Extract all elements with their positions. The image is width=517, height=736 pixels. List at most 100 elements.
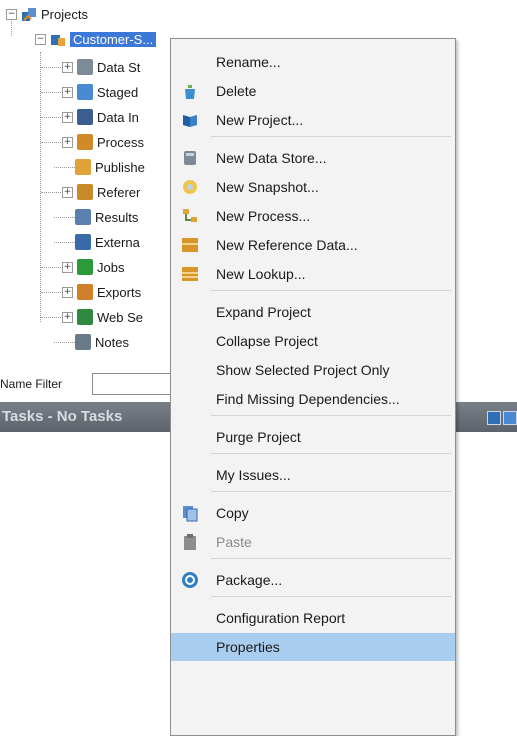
menu-item-purge-project[interactable]: Purge Project — [171, 423, 455, 451]
project-icon — [50, 31, 66, 47]
results-icon — [75, 209, 91, 225]
menu-separator — [211, 136, 451, 137]
restore-icon[interactable] — [487, 411, 501, 425]
data-store-icon — [181, 149, 199, 167]
menu-item-new-snapshot[interactable]: New Snapshot... — [171, 173, 455, 201]
menu-item-label: New Reference Data... — [216, 237, 358, 253]
tree-node[interactable]: + Data In — [41, 107, 139, 127]
published-icon — [75, 159, 91, 175]
tree-line — [41, 267, 61, 268]
expand-icon[interactable]: + — [62, 86, 73, 98]
collapse-icon[interactable]: − — [35, 33, 46, 45]
tree-node[interactable]: Results — [54, 207, 138, 227]
tree-node-label: Referer — [97, 184, 141, 200]
tree-node-label: Publishe — [95, 159, 145, 175]
menu-separator — [211, 290, 451, 291]
tree-node-label: Jobs — [97, 259, 125, 275]
menu-item-properties[interactable]: Properties — [171, 633, 455, 661]
menu-item-label: Rename... — [216, 54, 281, 70]
tree-node[interactable]: + Jobs — [41, 257, 125, 277]
reference-data-icon — [77, 184, 93, 200]
tree-node[interactable]: + Referer — [41, 182, 141, 202]
package-icon — [181, 571, 199, 589]
menu-item-label: Show Selected Project Only — [216, 362, 390, 378]
tree-node[interactable]: + Exports — [41, 282, 141, 302]
paste-icon — [181, 533, 199, 551]
expand-icon[interactable]: + — [62, 186, 73, 198]
tree-node[interactable]: Notes — [54, 332, 129, 352]
menu-item-label: Paste — [216, 534, 252, 550]
menu-item-label: Purge Project — [216, 429, 301, 445]
tree-node[interactable]: + Staged — [41, 82, 138, 102]
expand-icon[interactable]: + — [62, 61, 73, 73]
reference-data-icon — [181, 236, 199, 254]
context-menu: Rename... Delete New Project... New Data St… — [170, 38, 456, 736]
expand-icon[interactable]: + — [62, 286, 73, 298]
tree-label-projects: Projects — [41, 6, 88, 22]
recycle-icon — [181, 82, 199, 100]
menu-item-label: Delete — [216, 83, 257, 99]
tree-node-label: Data In — [97, 109, 139, 125]
tree-node[interactable]: Externa — [54, 232, 140, 252]
maximize-icon[interactable] — [503, 411, 517, 425]
expand-icon[interactable]: + — [62, 111, 73, 123]
menu-item-label: New Process... — [216, 208, 311, 224]
tree-node[interactable]: Publishe — [54, 157, 145, 177]
tree-node-customer[interactable]: − Customer-S... — [35, 29, 157, 49]
menu-item-label: Package... — [216, 572, 283, 588]
menu-item-label: Properties — [216, 639, 280, 655]
menu-item-delete[interactable]: Delete — [171, 77, 455, 105]
tree-line — [41, 192, 61, 193]
tree-node[interactable]: + Process — [41, 132, 144, 152]
tree-node[interactable]: + Data St — [41, 57, 141, 77]
notes-icon — [75, 334, 91, 350]
menu-item-label: My Issues... — [216, 467, 291, 483]
external-icon — [75, 234, 91, 250]
expand-icon[interactable]: + — [62, 311, 73, 323]
data-interface-icon — [77, 109, 93, 125]
tree-node[interactable]: + Web Se — [41, 307, 144, 327]
collapse-icon[interactable]: − — [6, 8, 17, 20]
menu-item-expand-project[interactable]: Expand Project — [171, 298, 455, 326]
menu-item-configuration-report[interactable]: Configuration Report — [171, 604, 455, 632]
menu-separator — [211, 453, 451, 454]
data-store-icon — [77, 59, 93, 75]
menu-item-new-project[interactable]: New Project... — [171, 106, 455, 134]
jobs-icon — [77, 259, 93, 275]
menu-separator — [211, 558, 451, 559]
menu-separator — [211, 596, 451, 597]
tree-node-label: Data St — [97, 59, 141, 75]
menu-item-find-missing-dependencies[interactable]: Find Missing Dependencies... — [171, 385, 455, 413]
menu-item-my-issues[interactable]: My Issues... — [171, 461, 455, 489]
projects-icon — [21, 6, 37, 22]
menu-item-new-lookup[interactable]: New Lookup... — [171, 260, 455, 288]
menu-item-paste[interactable]: Paste — [171, 528, 455, 556]
menu-item-label: Copy — [216, 505, 249, 521]
menu-separator — [211, 415, 451, 416]
menu-item-new-data-store[interactable]: New Data Store... — [171, 144, 455, 172]
expand-icon[interactable]: + — [62, 136, 73, 148]
menu-item-collapse-project[interactable]: Collapse Project — [171, 327, 455, 355]
tree-line — [41, 117, 61, 118]
tree-node-projects[interactable]: − Projects — [6, 4, 88, 24]
menu-item-package[interactable]: Package... — [171, 566, 455, 594]
menu-item-label: Expand Project — [216, 304, 311, 320]
menu-item-copy[interactable]: Copy — [171, 499, 455, 527]
tree-line — [41, 292, 61, 293]
tree-label-customer: Customer-S... — [70, 31, 157, 47]
menu-item-label: New Project... — [216, 112, 304, 128]
project-icon — [181, 111, 199, 129]
menu-item-rename[interactable]: Rename... — [171, 48, 455, 76]
lookup-icon — [181, 265, 199, 283]
name-filter-label: Name Filter — [0, 377, 63, 391]
tasks-title: Tasks - No Tasks — [2, 408, 123, 425]
copy-icon — [181, 504, 199, 522]
menu-item-new-process[interactable]: New Process... — [171, 202, 455, 230]
menu-item-show-selected-project-only[interactable]: Show Selected Project Only — [171, 356, 455, 384]
expand-icon[interactable]: + — [62, 261, 73, 273]
tree-line — [41, 142, 61, 143]
menu-item-label: New Lookup... — [216, 266, 306, 282]
menu-item-new-reference-data[interactable]: New Reference Data... — [171, 231, 455, 259]
tree-node-label: Web Se — [97, 309, 144, 325]
menu-item-label: New Data Store... — [216, 150, 327, 166]
